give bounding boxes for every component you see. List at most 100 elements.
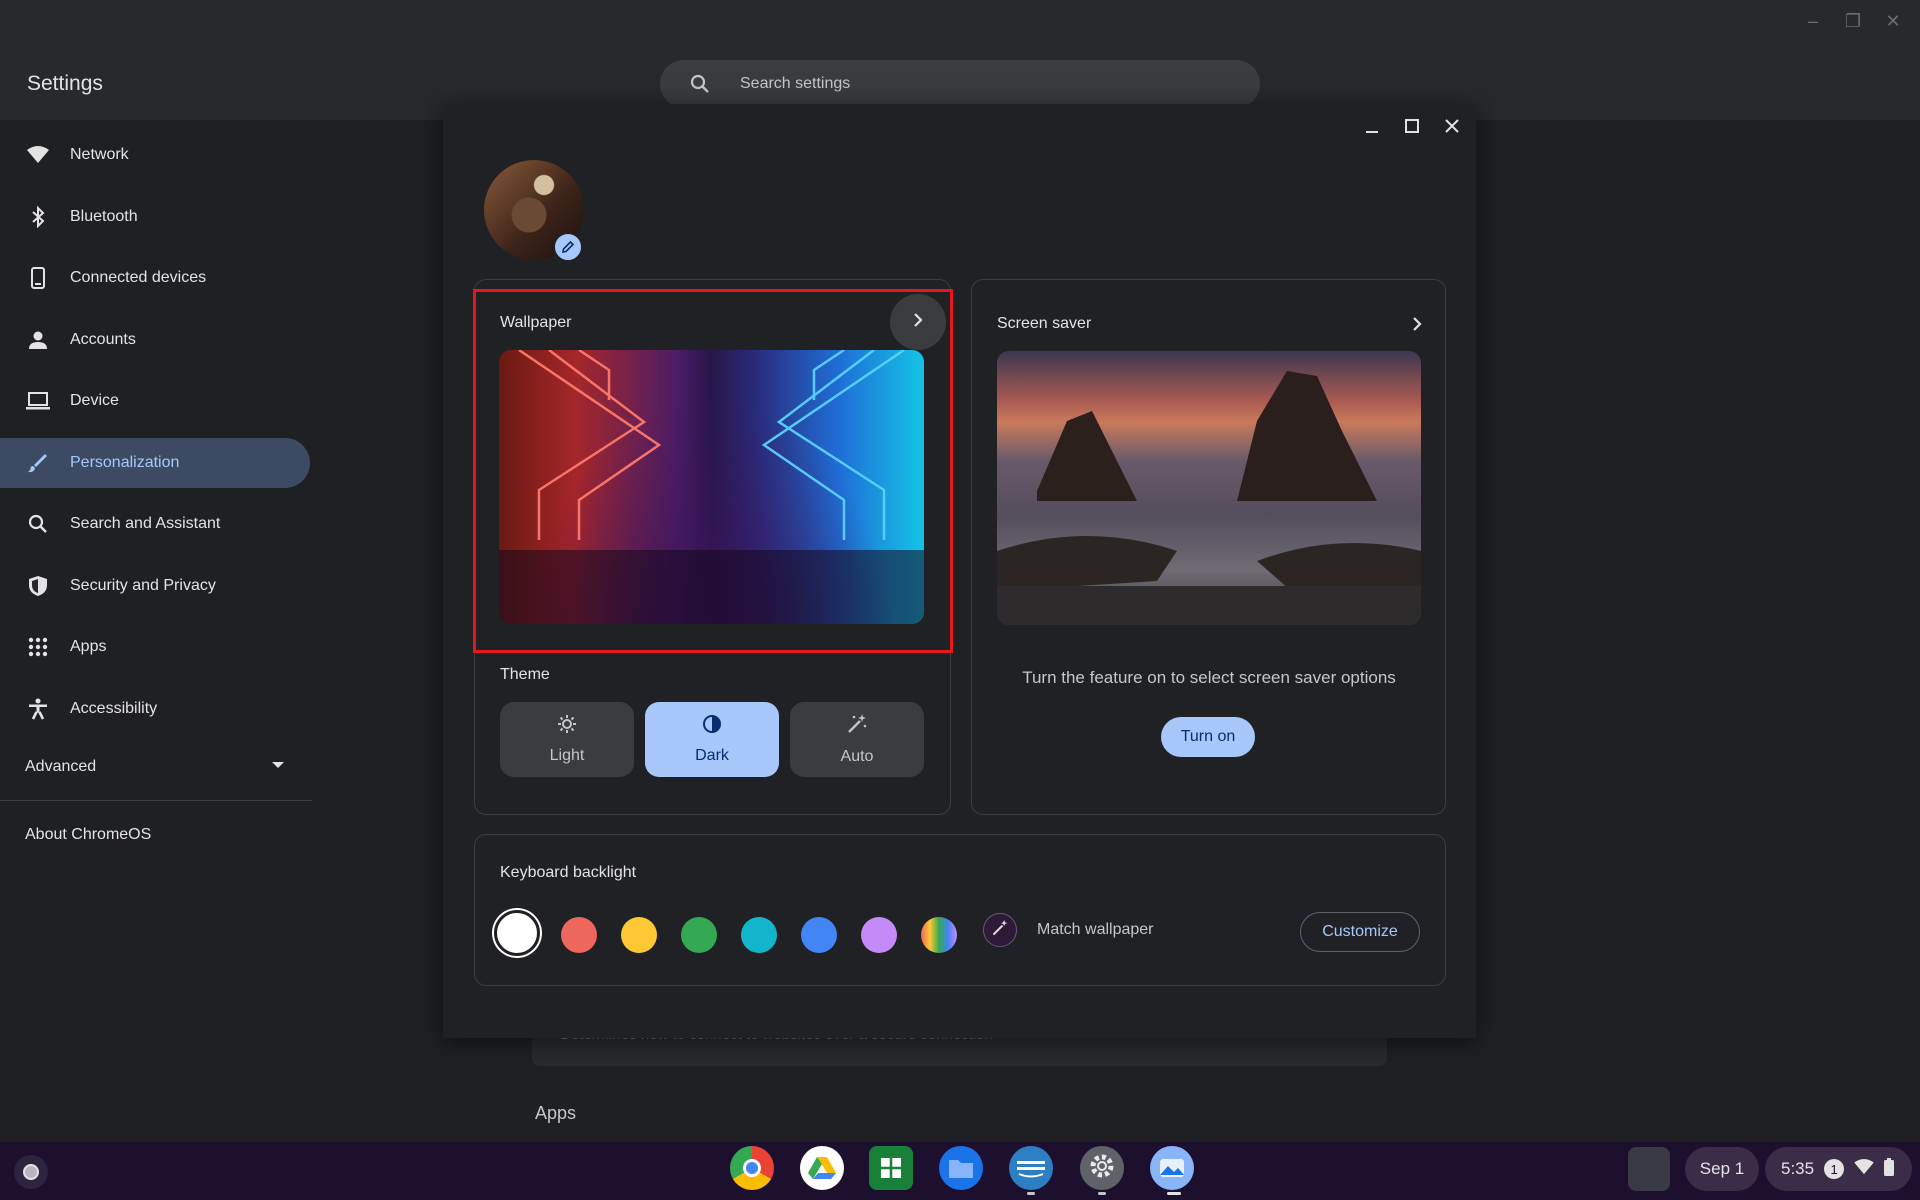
background-section-title: Apps (535, 1103, 577, 1123)
sidebar-item-label: Apps (70, 638, 107, 655)
apps-grid-icon (26, 635, 50, 659)
theme-option-label: Auto (840, 748, 874, 765)
holding-space-thumbnail[interactable] (1628, 1147, 1670, 1191)
dialog-window-controls (1362, 116, 1462, 136)
notification-badge[interactable]: 1 (1824, 1159, 1845, 1179)
color-swatch-teal[interactable] (741, 917, 777, 953)
chrome-app-icon[interactable] (730, 1146, 774, 1190)
wallpaper-title: Wallpaper (500, 314, 572, 331)
time-label: 5:35 (1781, 1159, 1815, 1178)
prime-video-app-icon[interactable] (1009, 1146, 1053, 1190)
search-icon (690, 74, 710, 99)
color-swatch-red[interactable] (561, 917, 597, 953)
sidebar-item-network[interactable]: Network (0, 130, 310, 180)
chevron-right-icon[interactable] (1411, 316, 1423, 337)
shield-icon (26, 574, 50, 598)
settings-window-controls: – ❐ ✕ (1802, 10, 1904, 32)
magic-wand-icon (846, 713, 868, 740)
search-icon (26, 512, 50, 536)
wallpaper-open-button[interactable] (890, 294, 946, 350)
sidebar-item-apps[interactable]: Apps (0, 622, 310, 672)
personalization-dialog: Wallpaper Theme Light Dark Auto Screen s… (443, 104, 1476, 1038)
accessibility-icon (26, 697, 50, 721)
chevron-right-icon (912, 312, 924, 333)
settings-app-icon[interactable] (1080, 1146, 1124, 1190)
sidebar-item-security-and-privacy[interactable]: Security and Privacy (0, 561, 310, 611)
launcher-button[interactable] (14, 1155, 48, 1189)
sidebar-item-device[interactable]: Device (0, 376, 310, 426)
theme-dark-button[interactable]: Dark (645, 702, 779, 777)
sidebar-item-accounts[interactable]: Accounts (0, 315, 310, 365)
sidebar-item-connected-devices[interactable]: Connected devices (0, 253, 310, 303)
theme-light-button[interactable]: Light (500, 702, 634, 777)
wallpaper-preview[interactable] (499, 350, 924, 624)
search-bar[interactable] (660, 60, 1260, 108)
theme-auto-button[interactable]: Auto (790, 702, 924, 777)
sidebar-item-search-and-assistant[interactable]: Search and Assistant (0, 499, 310, 549)
date-tray[interactable]: Sep 1 (1685, 1147, 1759, 1191)
app-running-indicator (1098, 1192, 1106, 1195)
sun-icon (557, 714, 577, 739)
magic-wand-icon (991, 919, 1009, 942)
sheets-app-icon[interactable] (869, 1146, 913, 1190)
sidebar-advanced[interactable]: Advanced (25, 758, 96, 776)
customize-button[interactable]: Customize (1300, 912, 1420, 952)
maximize-icon[interactable] (1402, 116, 1422, 136)
sidebar-item-personalization[interactable]: Personalization (0, 438, 310, 488)
wifi-icon (1854, 1158, 1874, 1180)
keyboard-backlight-card (474, 834, 1446, 986)
theme-option-label: Light (549, 747, 585, 764)
color-swatch-green[interactable] (681, 917, 717, 953)
color-swatch-rainbow[interactable] (921, 917, 957, 953)
sidebar-item-label: Personalization (70, 454, 180, 471)
wifi-icon (26, 143, 50, 167)
sidebar-item-about[interactable]: About ChromeOS (25, 826, 151, 844)
theme-option-label: Dark (695, 747, 729, 764)
sidebar-divider (0, 800, 312, 801)
sidebar-item-bluetooth[interactable]: Bluetooth (0, 192, 310, 242)
restore-icon[interactable]: ❐ (1842, 10, 1864, 32)
sidebar-item-label: Security and Privacy (70, 577, 216, 594)
search-input[interactable] (740, 60, 1220, 108)
launcher-icon (23, 1164, 39, 1180)
sidebar-item-accessibility[interactable]: Accessibility (0, 684, 310, 734)
close-icon[interactable] (1442, 116, 1462, 136)
minimize-icon[interactable]: – (1802, 10, 1824, 32)
match-wallpaper-label: Match wallpaper (1037, 921, 1154, 938)
match-wallpaper-button[interactable] (983, 913, 1017, 947)
person-icon (26, 328, 50, 352)
screen-saver-message: Turn the feature on to select screen sav… (1022, 668, 1396, 687)
files-app-icon[interactable] (939, 1146, 983, 1190)
sidebar-item-label: Device (70, 392, 119, 409)
color-swatch-white[interactable] (494, 910, 540, 956)
color-swatch-purple[interactable] (861, 917, 897, 953)
edit-pencil-icon[interactable] (553, 232, 583, 262)
chevron-down-icon[interactable] (272, 762, 284, 768)
color-swatch-blue[interactable] (801, 917, 837, 953)
sidebar-item-label: Search and Assistant (70, 515, 221, 532)
wallpaper-app-icon[interactable] (1150, 1146, 1194, 1190)
app-active-indicator (1167, 1192, 1181, 1195)
sidebar-item-label: Connected devices (70, 269, 207, 286)
status-tray[interactable]: 5:35 1 (1765, 1147, 1912, 1191)
keyboard-backlight-title: Keyboard backlight (500, 864, 637, 881)
laptop-icon (26, 389, 50, 413)
app-running-indicator (1027, 1192, 1035, 1195)
turn-on-button[interactable]: Turn on (1161, 717, 1255, 757)
color-swatch-yellow[interactable] (621, 917, 657, 953)
screen-saver-title: Screen saver (997, 315, 1092, 332)
app-title: Settings (27, 72, 103, 95)
contrast-icon (702, 714, 722, 739)
brush-icon (26, 451, 50, 475)
settings-header: Settings – ❐ ✕ (0, 0, 1920, 120)
bluetooth-icon (26, 205, 50, 229)
date-label: Sep 1 (1699, 1159, 1745, 1178)
sidebar-item-label: Accounts (70, 331, 136, 348)
minimize-icon[interactable] (1362, 116, 1382, 136)
sidebar-item-label: Network (70, 146, 129, 163)
battery-icon (1884, 1157, 1895, 1181)
phone-icon (26, 266, 50, 290)
close-icon[interactable]: ✕ (1882, 10, 1904, 32)
sidebar-item-label: Bluetooth (70, 208, 138, 225)
drive-app-icon[interactable] (800, 1146, 844, 1190)
